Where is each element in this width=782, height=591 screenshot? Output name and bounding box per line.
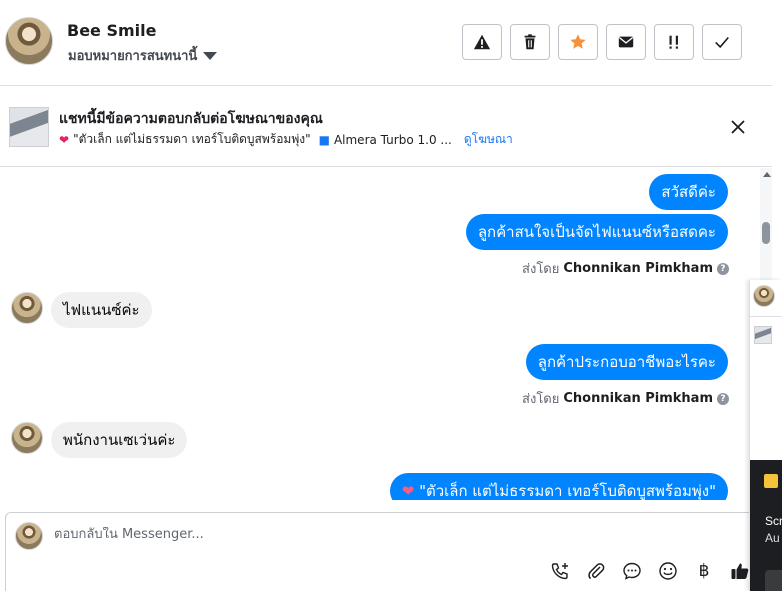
caret-down-icon [203,51,218,60]
scrollbar-thumb[interactable] [762,222,770,244]
side-panel-subtext: Au [765,531,780,545]
sent-by-line: ส่งโดย Chonnikan Pimkham ? [522,388,729,409]
call-button[interactable] [548,559,572,583]
mark-spam-button[interactable] [462,24,502,60]
contact-avatar[interactable] [5,17,53,65]
ad-banner-title: แชทนี้มีข้อความตอบกลับต่อโฆษณาของคุณ [59,111,323,127]
emoji-button[interactable] [656,559,680,583]
side-panel-ad-thumbnail[interactable] [754,326,772,344]
paperclip-icon [588,563,605,580]
header-actions [462,24,742,60]
side-panel-text: Scr [765,514,782,528]
contact-avatar[interactable] [11,292,43,324]
message-thread: สวัสดีค่ะ ลูกค้าสนใจเป็นจัดไฟแนนซ์หรือสด… [0,168,760,500]
thumbs-up-icon [731,563,749,579]
notification-icon [764,474,778,488]
heart-icon: ❤ [401,482,415,500]
side-panel-avatar[interactable] [753,285,775,307]
sender-name: Chonnikan Pimkham [563,261,713,276]
envelope-icon [618,36,634,48]
ad-reply-banner: แชทนี้มีข้อความตอบกลับต่อโฆษณาของคุณ ❤ "… [0,87,772,167]
page-avatar [15,522,43,550]
view-ad-link[interactable]: ดูโฆษณา [464,130,513,149]
ad-banner-subtitle: ❤ "ตัวเล็ก แต่ไม่ธรรมดา เทอร์โบติดบูสพร้… [59,130,513,149]
scroll-up-arrow-icon[interactable] [763,172,771,177]
trash-icon [524,34,536,50]
help-icon[interactable]: ? [717,262,729,275]
sent-by-label: ส่งโดย [522,262,560,277]
help-icon[interactable]: ? [717,392,729,405]
delete-button[interactable] [510,24,550,60]
incoming-message[interactable]: พนักงานเซเว่นค่ะ [51,422,188,458]
heart-icon: ❤ [59,132,70,147]
side-panel-button[interactable] [765,570,782,591]
ad-text: "ตัวเล็ก แต่ไม่ธรรมดา เทอร์โบติดบูสพร้อม… [73,132,311,146]
side-panel-notification: Scr Au [750,460,782,591]
side-panel-divider [750,316,782,317]
outgoing-message-text: "ตัวเล็ก แต่ไม่ธรรมดา เทอร์โบติดบูสพร้อม… [419,482,716,500]
car-icon: ■ [318,132,330,147]
ad-car-text: Almera Turbo 1.0 ... [333,132,452,147]
sender-name: Chonnikan Pimkham [563,391,713,406]
baht-icon: ฿ [698,561,710,581]
outgoing-message[interactable]: สวัสดีค่ะ [649,174,728,210]
sent-by-line: ส่งโดย Chonnikan Pimkham ? [522,258,729,279]
smiley-icon [659,562,677,580]
payment-button[interactable]: ฿ [692,559,716,583]
outgoing-message[interactable]: ลูกค้าประกอบอาชีพอะไรคะ [525,344,728,380]
mark-done-button[interactable] [702,24,742,60]
star-icon [570,34,586,49]
composer-tools: ฿ [548,559,752,583]
reply-input[interactable] [54,527,554,542]
assign-dropdown[interactable]: มอบหมายการสนทนานี้ [68,45,218,66]
side-chat-panel: Scr Au [749,280,782,591]
saved-replies-button[interactable] [620,559,644,583]
mark-unread-button[interactable] [606,24,646,60]
contact-name[interactable]: Bee Smile [67,21,156,40]
phone-plus-icon [551,563,568,580]
close-icon[interactable] [729,118,747,136]
outgoing-message[interactable]: ❤ "ตัวเล็ก แต่ไม่ธรรมดา เทอร์โบติดบูสพร้… [389,473,728,500]
attach-button[interactable] [584,559,608,583]
warning-icon [473,34,491,50]
message-composer: ฿ [5,512,757,591]
check-icon [715,36,729,49]
ad-thumbnail[interactable] [9,107,49,147]
sent-by-label: ส่งโดย [522,392,560,407]
urgent-icon [669,35,678,49]
conversation-header: Bee Smile มอบหมายการสนทนานี้ [0,0,772,86]
outgoing-message[interactable]: ลูกค้าสนใจเป็นจัดไฟแนนซ์หรือสดคะ [465,214,728,250]
star-button[interactable] [558,24,598,60]
incoming-message[interactable]: ไฟแนนซ์ค่ะ [51,292,152,328]
assign-label: มอบหมายการสนทนานี้ [68,49,198,64]
contact-avatar[interactable] [11,422,43,454]
mark-urgent-button[interactable] [654,24,694,60]
chat-bubble-icon [623,562,641,580]
